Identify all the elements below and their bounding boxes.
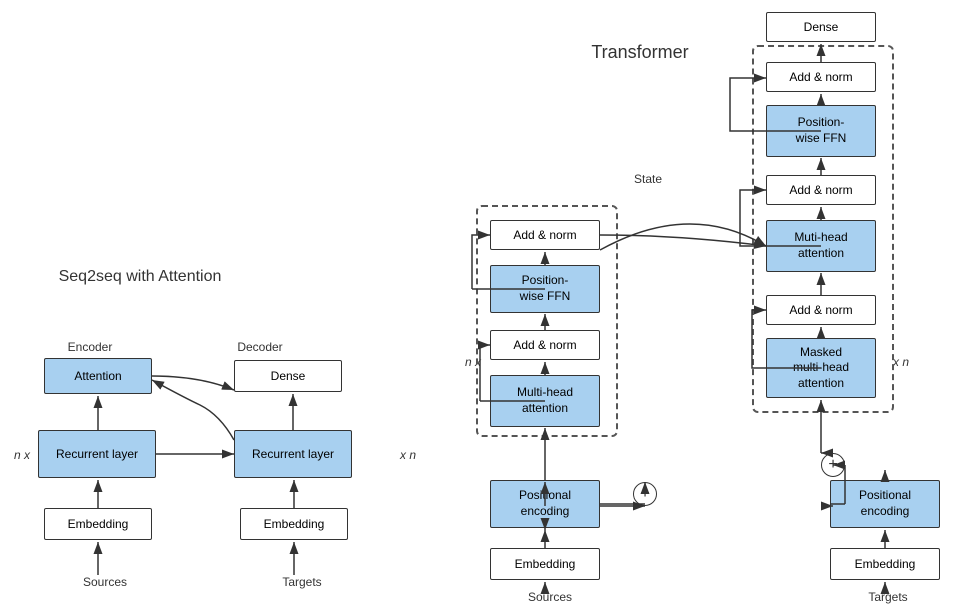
dec-targets-label: Targets: [858, 590, 918, 604]
dec-dense: Dense: [766, 12, 876, 42]
enc-sources-label: Sources: [520, 590, 580, 604]
recurrent-dec-box: Recurrent layer: [234, 430, 352, 478]
dec-positional: Positional encoding: [830, 480, 940, 528]
diagram-container: Seq2seq with Attention Encoder Decoder n…: [0, 0, 960, 608]
enc-dashed-box: [476, 205, 618, 437]
recurrent-enc-box: Recurrent layer: [38, 430, 156, 478]
dec-plus-circle: +: [821, 453, 845, 477]
seq2seq-title: Seq2seq with Attention: [30, 268, 250, 286]
dense-dec-box: Dense: [234, 360, 342, 392]
transformer-title: Transformer: [540, 42, 740, 63]
seq2seq-nx: n x: [14, 448, 30, 462]
state-label: State: [618, 172, 678, 186]
embedding-dec-box: Embedding: [240, 508, 348, 540]
enc-positional: Positional encoding: [490, 480, 600, 528]
sources-label: Sources: [65, 575, 145, 589]
decoder-label: Decoder: [220, 340, 300, 354]
attention-box: Attention: [44, 358, 152, 394]
embedding-enc-box: Embedding: [44, 508, 152, 540]
enc-embedding: Embedding: [490, 548, 600, 580]
transformer-xn: x n: [893, 355, 909, 369]
dec-dashed-box: [752, 45, 894, 413]
encoder-label: Encoder: [50, 340, 130, 354]
enc-plus-circle: +: [633, 482, 657, 506]
seq2seq-xn: x n: [400, 448, 416, 462]
dec-embedding: Embedding: [830, 548, 940, 580]
targets-label: Targets: [262, 575, 342, 589]
